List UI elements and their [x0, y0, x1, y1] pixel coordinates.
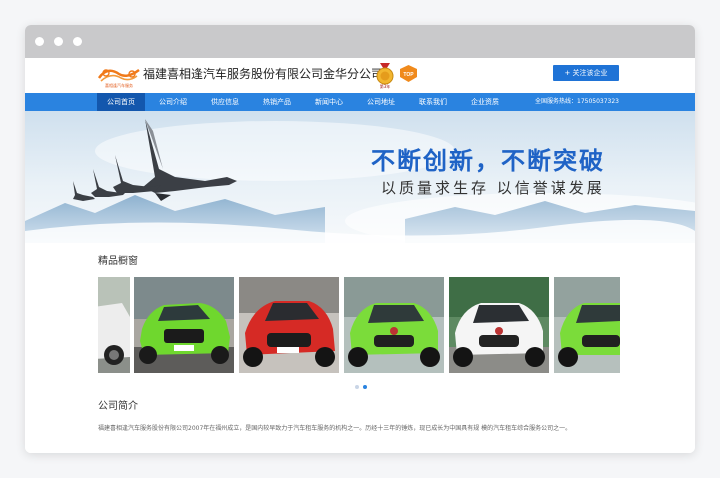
car-slide[interactable] — [239, 277, 339, 373]
car-slide[interactable] — [554, 277, 620, 373]
nav-item-home[interactable]: 公司首页 — [97, 93, 145, 111]
company-name: 福建喜相逢汽车服务股份有限公司金华分公司 — [143, 67, 384, 81]
intro-text: 福建喜相逢汽车服务股份有限公司2007年在福州成立，是国内较早致力于汽车租车服务… — [98, 425, 572, 432]
nav-item-contact[interactable]: 联系我们 — [411, 93, 455, 111]
nav-item-address[interactable]: 公司地址 — [359, 93, 403, 111]
car-slide[interactable] — [98, 277, 130, 373]
browser-titlebar — [25, 25, 695, 58]
medal-caption: 第3年 — [379, 84, 391, 89]
top-badge-label: TOP — [403, 72, 414, 78]
top-badge-icon: TOP — [400, 65, 417, 82]
window-dot-3[interactable] — [73, 37, 82, 46]
car-slide[interactable] — [449, 277, 549, 373]
carousel-dot[interactable] — [355, 385, 359, 389]
browser-window: 喜相逢汽车服务 福建喜相逢汽车服务股份有限公司金华分公司 第3年 TOP + 关… — [25, 25, 695, 453]
nav-item-news[interactable]: 新闻中心 — [307, 93, 351, 111]
car-slide[interactable] — [344, 277, 444, 373]
web-page: 喜相逢汽车服务 福建喜相逢汽车服务股份有限公司金华分公司 第3年 TOP + 关… — [25, 58, 695, 453]
banner-background — [25, 111, 695, 243]
site-header: 喜相逢汽车服务 福建喜相逢汽车服务股份有限公司金华分公司 第3年 TOP + 关… — [25, 58, 695, 93]
banner-slogan-sub: 以质量求生存 以信誉谋发展 — [381, 179, 605, 197]
banner-slogan-main: 不断创新，不断突破 — [371, 147, 605, 175]
nav-item-qualification[interactable]: 企业资质 — [463, 93, 507, 111]
logo-caption: 喜相逢汽车服务 — [105, 83, 133, 88]
hero-banner: 不断创新，不断突破 以质量求生存 以信誉谋发展 — [25, 111, 695, 243]
main-nav: 公司首页 公司介绍 供应信息 热销产品 新闻中心 公司地址 联系我们 企业资质 … — [25, 93, 695, 111]
window-dot-1[interactable] — [35, 37, 44, 46]
nav-item-about[interactable]: 公司介绍 — [151, 93, 195, 111]
follow-company-button[interactable]: + 关注该企业 — [553, 65, 619, 81]
showcase-carousel[interactable] — [98, 274, 620, 374]
nav-item-products[interactable]: 热销产品 — [255, 93, 299, 111]
window-dot-2[interactable] — [54, 37, 63, 46]
carousel-dot-active[interactable] — [363, 385, 367, 389]
intro-title: 公司简介 — [98, 401, 138, 412]
nav-item-supply[interactable]: 供应信息 — [203, 93, 247, 111]
service-hotline: 全国服务热线：17505037323 — [535, 98, 619, 105]
car-slide[interactable] — [134, 277, 234, 373]
showcase-title: 精品橱窗 — [98, 256, 138, 267]
